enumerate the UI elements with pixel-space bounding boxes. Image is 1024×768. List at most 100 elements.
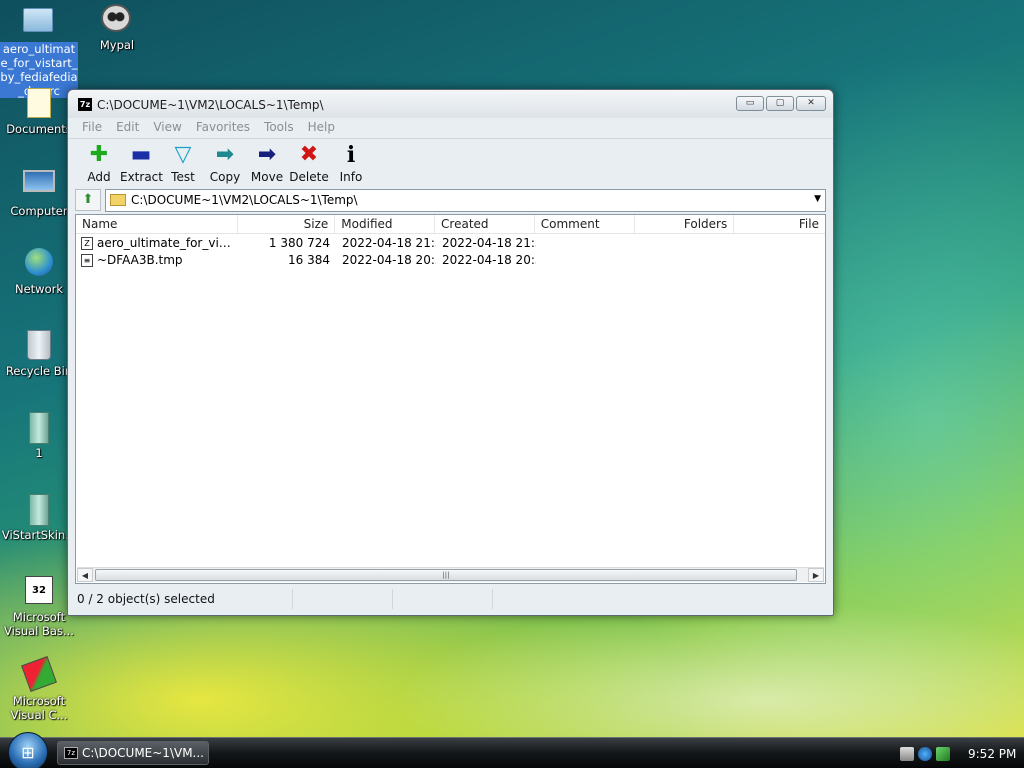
network-tray-icon[interactable] [918, 746, 932, 761]
file-manager-window: 7z C:\DOCUME~1\VM2\LOCALS~1\Temp\ ▭ ▢ ✕ … [67, 89, 834, 616]
delete-button[interactable]: ✖ Delete [288, 139, 330, 186]
window-title: C:\DOCUME~1\VM2\LOCALS~1\Temp\ [97, 98, 324, 112]
add-button[interactable]: ✚ Add [78, 139, 120, 186]
info-button[interactable]: i Info [330, 139, 372, 186]
glass-file-icon [23, 494, 55, 526]
maximize-button[interactable]: ▢ [766, 96, 794, 111]
up-arrow-icon: ⬆ [82, 192, 94, 207]
folder-icon [23, 8, 55, 38]
file-name: ~DFAA3B.tmp [97, 253, 183, 267]
minimize-button[interactable]: ▭ [736, 96, 764, 111]
visual-c-icon [21, 656, 57, 692]
windows-logo-icon: ⊞ [21, 743, 35, 762]
recycle-bin-icon [23, 330, 55, 360]
table-row[interactable]: Z aero_ultimate_for_vistar... 1 380 724 … [76, 235, 825, 252]
scroll-left-icon[interactable]: ◀ [77, 568, 93, 582]
glass-file-icon [23, 412, 55, 444]
file-list: Name Size Modified Created Comment Folde… [75, 214, 826, 584]
minus-icon: ▬ [130, 142, 152, 167]
copy-label: Copy [209, 170, 241, 184]
file-size: 16 384 [288, 253, 330, 267]
7zip-app-icon: 7z [64, 747, 78, 759]
close-button[interactable]: ✕ [796, 96, 826, 111]
table-row[interactable]: ≡ ~DFAA3B.tmp 16 384 2022-04-18 20:56 20… [76, 252, 825, 269]
status-bar: 0 / 2 object(s) selected [75, 589, 826, 609]
file-created: 2022-04-18 21:52 [442, 236, 536, 250]
desktop-icon-aero-archive[interactable]: aero_ultimate_for_vistart_by_fediafedia_… [0, 4, 78, 98]
sync-tray-icon[interactable] [936, 746, 950, 761]
copy-arrow-icon: ➡ [215, 142, 235, 167]
test-label: Test [171, 170, 195, 184]
column-created[interactable]: Created [435, 215, 535, 233]
computer-icon [23, 170, 55, 200]
test-button[interactable]: ▽ Test [162, 139, 204, 186]
x-icon: ✖ [299, 142, 319, 167]
scroll-thumb[interactable]: ||| [95, 569, 797, 581]
file-name: aero_ultimate_for_vistar... [97, 236, 232, 250]
desktop-icon-label: Mypal [99, 38, 135, 52]
visual-basic-icon: 32 [23, 576, 55, 606]
title-bar[interactable]: 7z C:\DOCUME~1\VM2\LOCALS~1\Temp\ ▭ ▢ ✕ [68, 90, 833, 118]
move-arrow-icon: ➡ [257, 142, 277, 167]
horizontal-scrollbar[interactable]: ◀ ||| ▶ [77, 567, 824, 582]
info-label: Info [339, 170, 363, 184]
desktop-icon-visual-c[interactable]: Microsoft Visual C... [0, 656, 78, 722]
clock[interactable]: 9:52 PM [968, 747, 1016, 761]
column-modified[interactable]: Modified [335, 215, 436, 233]
address-row: ⬆ C:\DOCUME~1\VM2\LOCALS~1\Temp\ ▼ [68, 187, 833, 213]
column-comment[interactable]: Comment [535, 215, 635, 233]
desktop-icon-mypal[interactable]: Mypal [78, 4, 156, 52]
copy-button[interactable]: ➡ Copy [204, 139, 246, 186]
menu-tools[interactable]: Tools [257, 118, 301, 138]
selection-status: 0 / 2 object(s) selected [75, 589, 293, 609]
column-files[interactable]: File [734, 215, 825, 233]
extract-button[interactable]: ▬ Extract [120, 139, 163, 186]
menu-edit[interactable]: Edit [109, 118, 146, 138]
move-label: Move [250, 170, 284, 184]
network-globe-icon [23, 248, 55, 278]
add-label: Add [87, 170, 111, 184]
archive-icon: Z [81, 237, 93, 250]
taskbar: ⊞ 7z C:\DOCUME~1\VM... 9:52 PM [0, 732, 1024, 768]
file-modified: 2022-04-18 21:52 [342, 236, 436, 250]
toolbar: ✚ Add ▬ Extract ▽ Test ➡ Copy ➡ Move ✖ D… [68, 138, 833, 186]
column-folders[interactable]: Folders [635, 215, 735, 233]
menu-help[interactable]: Help [301, 118, 342, 138]
delete-label: Delete [289, 170, 329, 184]
check-icon: ▽ [174, 142, 192, 167]
menu-file[interactable]: File [75, 118, 109, 138]
computer-tray-icon[interactable] [900, 746, 914, 761]
status-cell [493, 589, 826, 609]
plus-icon: ✚ [89, 142, 109, 167]
status-cell [293, 589, 393, 609]
move-button[interactable]: ➡ Move [246, 139, 288, 186]
chevron-down-icon[interactable]: ▼ [814, 194, 821, 204]
file-modified: 2022-04-18 20:56 [342, 253, 436, 267]
documents-icon [23, 88, 55, 118]
start-button[interactable]: ⊞ [8, 732, 48, 768]
tmp-file-icon: ≡ [81, 254, 93, 267]
menu-view[interactable]: View [146, 118, 188, 138]
up-folder-button[interactable]: ⬆ [75, 189, 101, 211]
system-tray: 9:52 PM [896, 738, 1024, 768]
taskbar-window-button[interactable]: 7z C:\DOCUME~1\VM... [57, 741, 209, 765]
info-icon: i [346, 142, 356, 168]
scroll-right-icon[interactable]: ▶ [808, 568, 824, 582]
file-size: 1 380 724 [268, 236, 330, 250]
column-header-row: Name Size Modified Created Comment Folde… [76, 215, 825, 234]
menu-bar: File Edit View Favorites Tools Help [68, 118, 833, 138]
window-controls: ▭ ▢ ✕ [736, 96, 826, 111]
status-cell [393, 589, 493, 609]
extract-label: Extract [120, 170, 163, 184]
raccoon-icon [101, 4, 133, 34]
desktop-icon-label: Microsoft Visual C... [10, 694, 68, 722]
7zip-app-icon: 7z [78, 98, 92, 111]
menu-favorites[interactable]: Favorites [189, 118, 257, 138]
taskbar-window-label: C:\DOCUME~1\VM... [82, 746, 204, 760]
address-path: C:\DOCUME~1\VM2\LOCALS~1\Temp\ [131, 193, 358, 207]
column-size[interactable]: Size [238, 215, 336, 233]
address-combo[interactable]: C:\DOCUME~1\VM2\LOCALS~1\Temp\ ▼ [105, 188, 826, 212]
folder-icon [110, 194, 126, 206]
file-created: 2022-04-18 20:56 [442, 253, 536, 267]
column-name[interactable]: Name [76, 215, 238, 233]
